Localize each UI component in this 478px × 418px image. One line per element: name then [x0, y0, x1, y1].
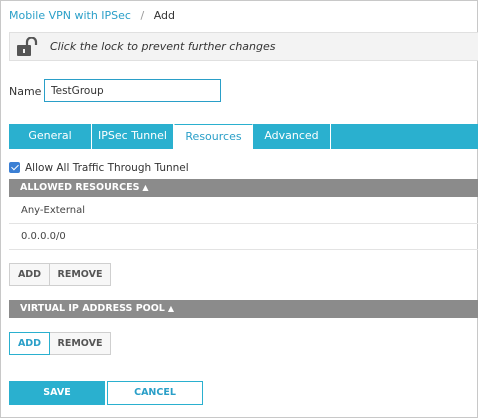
breadcrumb-separator: / [140, 9, 145, 22]
cancel-button[interactable]: CANCEL [107, 381, 203, 405]
breadcrumb-parent-link[interactable]: Mobile VPN with IPSec [9, 9, 131, 22]
save-button[interactable]: SAVE [9, 381, 105, 405]
list-item[interactable]: 0.0.0.0/0 [9, 224, 478, 250]
lock-bar: Click the lock to prevent further change… [9, 32, 478, 61]
allowed-resources-header[interactable]: ALLOWED RESOURCES ▲︎ [9, 179, 478, 197]
tab-advanced[interactable]: Advanced [253, 124, 331, 149]
allow-all-traffic-label: Allow All Traffic Through Tunnel [25, 162, 189, 174]
add-ip-pool-button[interactable]: ADD [9, 332, 50, 355]
allowed-resources-title: ALLOWED RESOURCES [20, 182, 140, 193]
breadcrumb: Mobile VPN with IPSec / Add [9, 9, 175, 22]
list-item[interactable]: Any-External [9, 198, 478, 224]
remove-ip-pool-button[interactable]: REMOVE [50, 333, 110, 354]
tab-bar: General IPSec Tunnel Resources Advanced [9, 124, 478, 150]
add-resource-button[interactable]: ADD [10, 264, 50, 285]
tab-ipsec-tunnel[interactable]: IPSec Tunnel [92, 124, 174, 149]
sort-icon: ▲︎ [142, 183, 149, 192]
name-label: Name [9, 85, 42, 98]
remove-resource-button[interactable]: REMOVE [50, 264, 110, 285]
virtual-ip-pool-title: VIRTUAL IP ADDRESS POOL [20, 303, 165, 314]
tab-resources[interactable]: Resources [174, 124, 253, 150]
allow-all-traffic-checkbox[interactable] [9, 162, 20, 173]
lock-message: Click the lock to prevent further change… [50, 40, 276, 53]
tab-general[interactable]: General [9, 124, 92, 149]
virtual-ip-pool-header[interactable]: VIRTUAL IP ADDRESS POOL ▲︎ [9, 300, 478, 318]
breadcrumb-current: Add [153, 9, 175, 22]
sort-icon: ▲︎ [167, 304, 175, 313]
name-input[interactable] [44, 79, 221, 102]
allowed-resources-actions: ADD REMOVE [9, 263, 111, 286]
unlocked-padlock-icon[interactable] [16, 37, 42, 57]
virtual-ip-pool-actions: ADD REMOVE [9, 332, 111, 355]
